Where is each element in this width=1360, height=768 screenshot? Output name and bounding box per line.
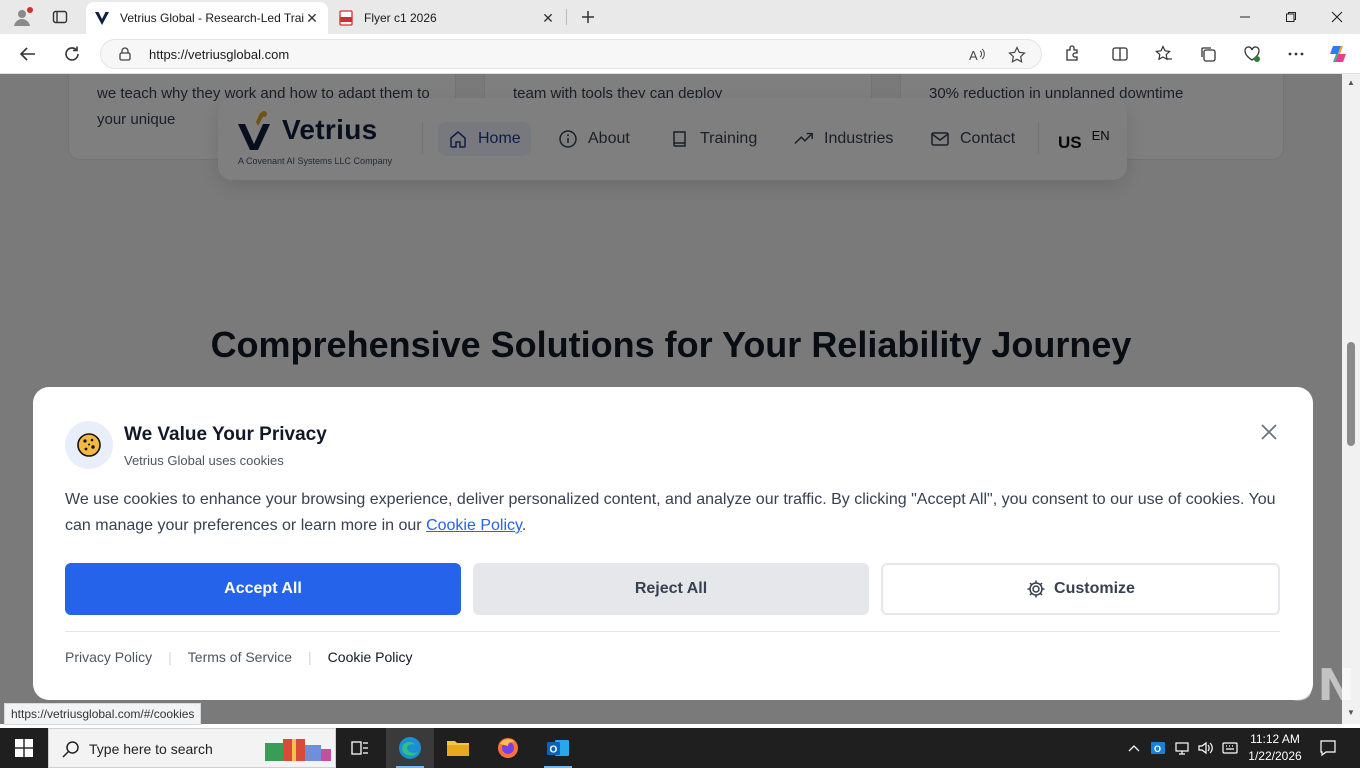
cookie-icon xyxy=(65,421,113,469)
url-text: https://vetriusglobal.com xyxy=(149,47,290,62)
link-separator: | xyxy=(168,649,172,665)
tab-vetrius[interactable]: Vetrius Global - Research-Led Training ✕ xyxy=(86,2,328,34)
restore-icon[interactable] xyxy=(1268,0,1314,34)
dialog-title: We Value Your Privacy xyxy=(124,424,327,445)
pdf-icon xyxy=(338,10,354,26)
taskbar-file-explorer-icon[interactable] xyxy=(434,728,482,768)
dialog-subtitle: Vetrius Global uses cookies xyxy=(124,453,284,468)
taskbar-firefox-icon[interactable] xyxy=(484,728,532,768)
notifications-icon[interactable] xyxy=(1316,728,1340,768)
new-tab-icon[interactable] xyxy=(576,5,600,29)
taskbar-clock[interactable]: 11:12 AM 1/22/2026 xyxy=(1240,731,1310,765)
more-options-icon[interactable] xyxy=(1282,40,1310,68)
svg-text:O: O xyxy=(550,745,558,756)
windows-start-icon[interactable] xyxy=(0,728,48,768)
browser-essentials-icon[interactable] xyxy=(1238,40,1266,68)
tab-title: Vetrius Global - Research-Led Training xyxy=(120,11,304,25)
network-icon[interactable] xyxy=(1172,728,1192,768)
read-aloud-icon[interactable]: A xyxy=(967,45,987,65)
collections-icon[interactable] xyxy=(1194,40,1222,68)
tab-title: Flyer c1 2026 xyxy=(364,11,437,25)
dialog-footer-links: Privacy Policy | Terms of Service | Cook… xyxy=(65,649,413,665)
back-icon[interactable] xyxy=(14,40,42,68)
dialog-divider xyxy=(65,631,1280,632)
link-separator: | xyxy=(308,649,312,665)
tray-outlook-icon[interactable]: O xyxy=(1148,728,1168,768)
favorites-icon[interactable] xyxy=(1150,40,1178,68)
taskbar-search[interactable]: Type here to search xyxy=(48,728,336,768)
search-placeholder: Type here to search xyxy=(89,741,213,757)
anyrun-watermark: ANY RUN xyxy=(1118,660,1357,711)
copilot-icon[interactable] xyxy=(1324,40,1352,68)
terms-of-service-link[interactable]: Terms of Service xyxy=(188,649,292,665)
extensions-icon[interactable] xyxy=(1058,40,1086,68)
cookie-policy-footer-link[interactable]: Cookie Policy xyxy=(328,649,413,665)
dialog-close-icon[interactable] xyxy=(1258,421,1280,443)
dialog-body: We use cookies to enhance your browsing … xyxy=(65,487,1285,539)
tab-divider xyxy=(566,9,567,25)
reject-all-button[interactable]: Reject All xyxy=(473,563,869,615)
split-screen-icon[interactable] xyxy=(1106,40,1134,68)
vetrius-favicon-icon xyxy=(94,10,110,26)
scrollbar-thumb[interactable] xyxy=(1347,342,1355,446)
minimize-icon[interactable] xyxy=(1222,0,1268,34)
search-icon xyxy=(61,739,81,759)
show-hidden-icons-icon[interactable] xyxy=(1126,728,1142,768)
dialog-body-end: . xyxy=(521,517,527,534)
browser-tab-bar: Vetrius Global - Research-Led Training ✕… xyxy=(0,0,1360,34)
tab-actions-icon[interactable] xyxy=(48,5,72,29)
svg-text:A: A xyxy=(969,48,978,63)
customize-button[interactable]: Customize xyxy=(881,563,1280,615)
task-view-icon[interactable] xyxy=(336,728,384,768)
svg-text:O: O xyxy=(1154,744,1161,754)
dialog-body-text: We use cookies to enhance your browsing … xyxy=(65,491,1276,534)
privacy-policy-link[interactable]: Privacy Policy xyxy=(65,649,152,665)
cookie-policy-link[interactable]: Cookie Policy xyxy=(426,517,522,534)
window-close-icon[interactable] xyxy=(1314,0,1360,34)
gear-icon xyxy=(1026,579,1046,599)
clock-date: 1/22/2026 xyxy=(1248,749,1302,763)
taskbar-edge-icon[interactable] xyxy=(386,728,434,768)
search-highlight-icon xyxy=(265,739,331,761)
browser-toolbar: https://vetriusglobal.com A xyxy=(0,34,1360,74)
tab-flyer[interactable]: Flyer c1 2026 ✕ xyxy=(330,2,564,34)
favorite-star-icon[interactable] xyxy=(1007,45,1027,65)
accept-all-button[interactable]: Accept All xyxy=(65,563,461,615)
windows-taskbar: Type here to search O O 11:12 AM 1/22/20… xyxy=(0,728,1360,768)
refresh-icon[interactable] xyxy=(58,40,86,68)
profile-icon[interactable] xyxy=(10,5,34,29)
page-scrollbar[interactable]: ▲ ▼ xyxy=(1342,74,1360,724)
scroll-up-icon[interactable]: ▲ xyxy=(1346,78,1356,88)
cookie-consent-dialog: We Value Your Privacy Vetrius Global use… xyxy=(33,387,1313,700)
status-bar-url: https://vetriusglobal.com/#/cookies xyxy=(4,703,202,725)
input-method-icon[interactable] xyxy=(1220,728,1240,768)
tab-close-icon[interactable]: ✕ xyxy=(304,10,320,26)
tab-close-icon[interactable]: ✕ xyxy=(540,10,556,26)
site-info-icon[interactable] xyxy=(117,46,133,62)
volume-icon[interactable] xyxy=(1196,728,1216,768)
clock-time: 11:12 AM xyxy=(1250,732,1300,746)
taskbar-outlook-icon[interactable]: O xyxy=(534,728,582,768)
address-bar[interactable]: https://vetriusglobal.com A xyxy=(100,39,1042,69)
customize-label: Customize xyxy=(1054,580,1135,597)
